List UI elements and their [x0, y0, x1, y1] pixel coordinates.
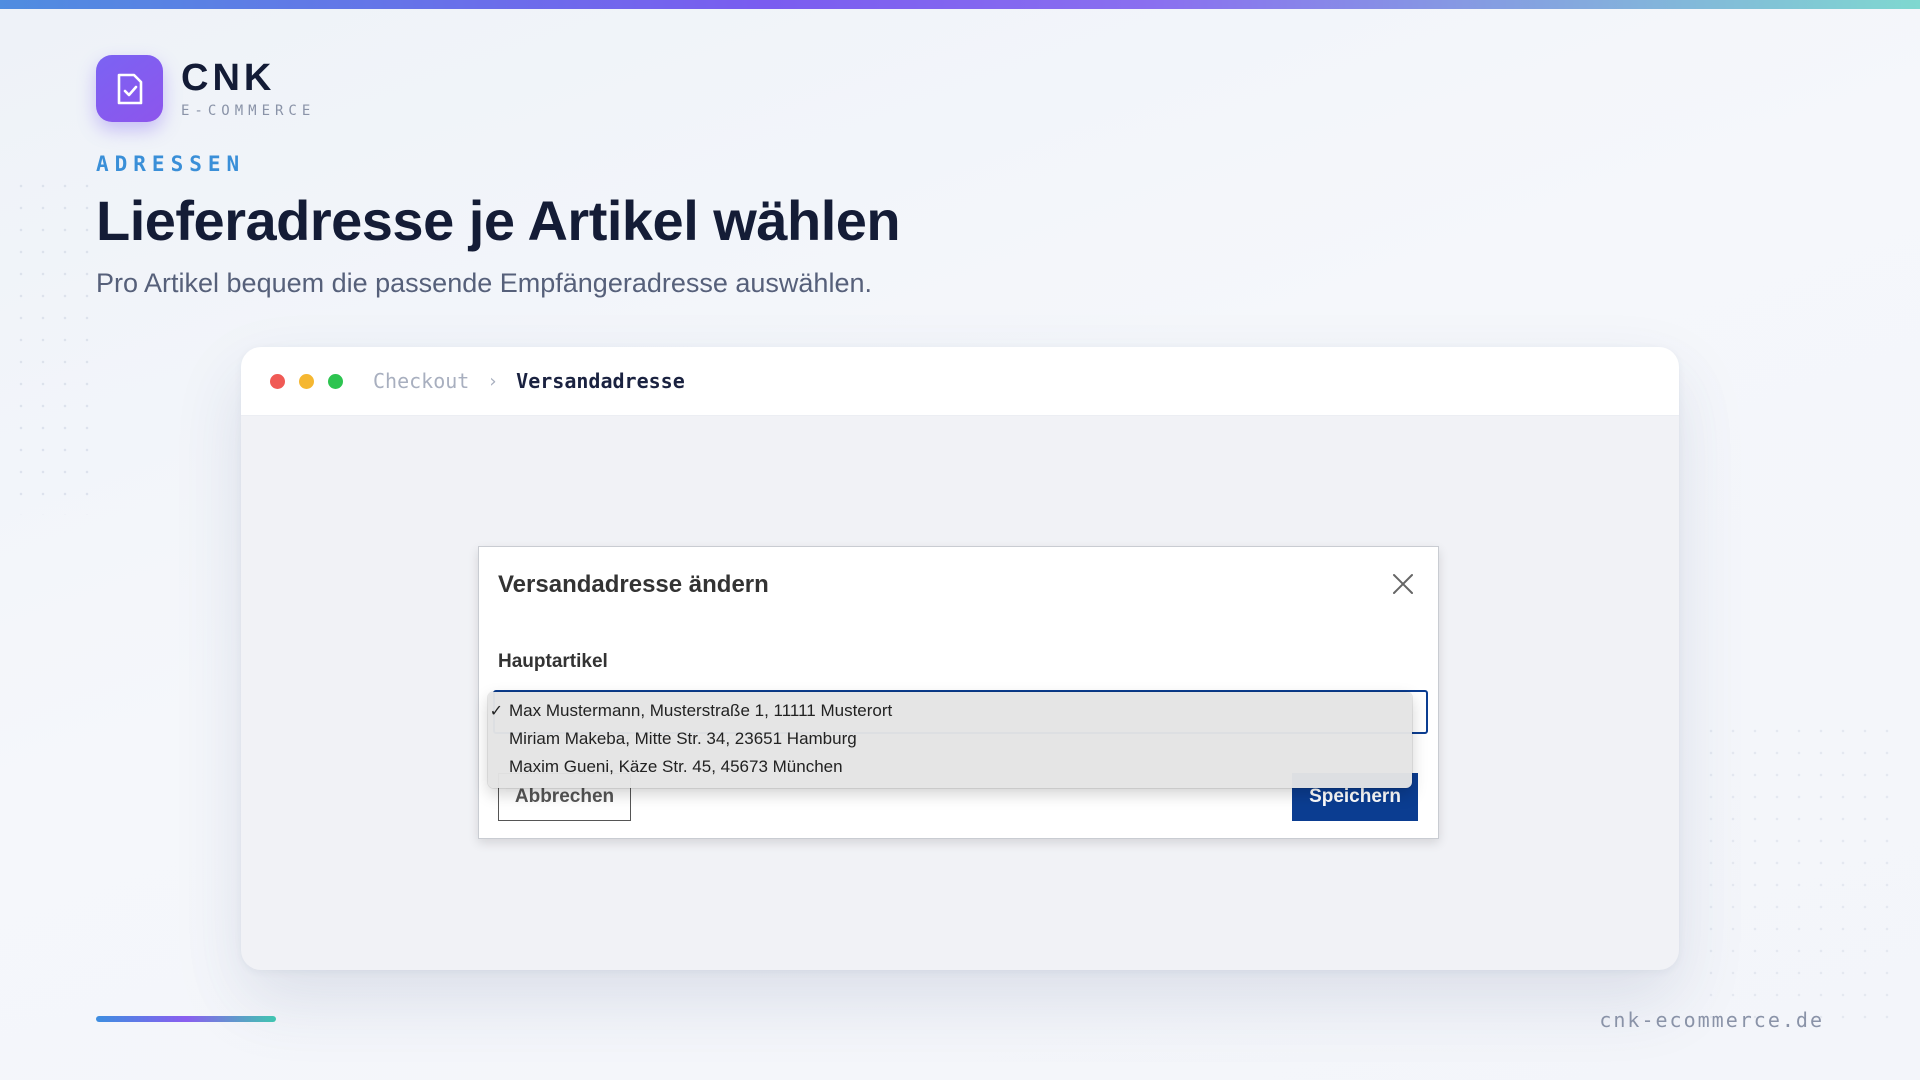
- breadcrumb: Checkout › Versandadresse: [373, 369, 685, 393]
- dialog-title: Versandadresse ändern: [498, 571, 769, 598]
- footer-accent-line: [96, 1016, 276, 1022]
- window-titlebar: Checkout › Versandadresse: [241, 347, 1679, 416]
- window-maximize-dot[interactable]: [328, 373, 343, 389]
- shipping-address-dialog: Versandadresse ändern Hauptartikel Abbre…: [478, 546, 1439, 839]
- checkmark-icon: ✓: [489, 703, 503, 720]
- address-dropdown-list: ✓ Max Mustermann, Musterstraße 1, 11111 …: [488, 692, 1412, 788]
- brand-name: CNK: [181, 56, 276, 99]
- breadcrumb-separator: ›: [487, 370, 499, 392]
- breadcrumb-current: Versandadresse: [516, 369, 685, 393]
- window-close-dot[interactable]: [270, 373, 285, 389]
- close-icon[interactable]: [1390, 571, 1416, 597]
- brand: CNK E-COMMERCE: [96, 55, 315, 122]
- section-eyebrow: ADRESSEN: [96, 152, 246, 176]
- decorative-dots: [1700, 720, 1900, 1020]
- decorative-dots: [10, 175, 100, 515]
- address-option[interactable]: Miriam Makeba, Mitte Str. 34, 23651 Hamb…: [488, 725, 1412, 753]
- address-option[interactable]: Maxim Gueni, Käze Str. 45, 45673 München: [488, 753, 1412, 781]
- breadcrumb-checkout[interactable]: Checkout: [373, 369, 469, 393]
- address-option[interactable]: ✓ Max Mustermann, Musterstraße 1, 11111 …: [488, 697, 1412, 725]
- page-headline: Lieferadresse je Artikel wählen: [96, 189, 901, 252]
- brand-tagline: E-COMMERCE: [181, 102, 316, 119]
- address-option-label: Max Mustermann, Musterstraße 1, 11111 Mu…: [509, 701, 893, 720]
- document-check-icon: [96, 55, 163, 122]
- address-option-label: Miriam Makeba, Mitte Str. 34, 23651 Hamb…: [509, 729, 857, 748]
- app-window: Checkout › Versandadresse Versandadresse…: [241, 347, 1679, 970]
- page-subline: Pro Artikel bequem die passende Empfänge…: [96, 268, 872, 298]
- field-label-main-item: Hauptartikel: [498, 651, 608, 672]
- top-gradient-bar: [0, 0, 1920, 9]
- footer-url[interactable]: cnk-ecommerce.de: [1599, 1008, 1824, 1032]
- address-option-label: Maxim Gueni, Käze Str. 45, 45673 München: [509, 757, 843, 776]
- window-minimize-dot[interactable]: [299, 373, 314, 389]
